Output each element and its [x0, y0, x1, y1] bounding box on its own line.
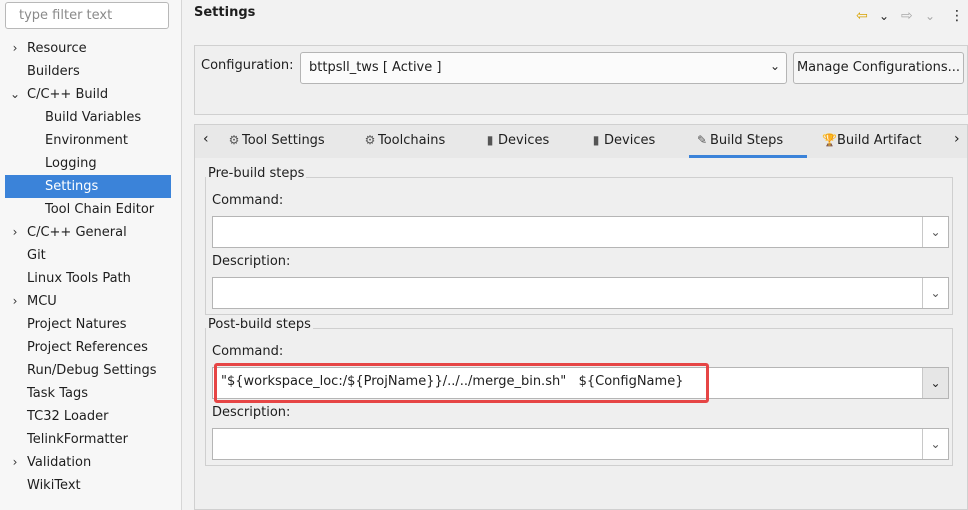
- configuration-value: bttpsll_tws [ Active ]: [309, 60, 442, 75]
- tree-item-label: Settings: [45, 179, 99, 194]
- tree-item[interactable]: Linux Tools Path: [5, 267, 171, 290]
- build-steps-icon: ✎: [696, 133, 708, 147]
- tree-item-label: Environment: [45, 133, 129, 148]
- manage-configurations-button[interactable]: Manage Configurations...: [793, 52, 964, 84]
- configuration-panel: Configuration: bttpsll_tws [ Active ] ⌄ …: [194, 45, 968, 115]
- back-arrow-icon[interactable]: ⇦: [856, 6, 868, 26]
- tree-item[interactable]: TC32 Loader: [5, 405, 171, 428]
- tree-item-label: Build Variables: [45, 110, 142, 125]
- tree-item-label: Project References: [27, 340, 148, 355]
- postbuild-command-field[interactable]: "${workspace_loc:/${ProjName}}/../../mer…: [212, 363, 949, 403]
- chip-icon: ▮: [486, 133, 494, 147]
- gear-icon: ⚙: [364, 133, 376, 147]
- tree-item-label: Tool Chain Editor: [45, 202, 155, 217]
- tree-item-label: C/C++ Build: [27, 87, 109, 102]
- tab-devices-2[interactable]: ▮ Devices: [589, 125, 656, 158]
- postbuild-group: Post-build steps Command: "${workspace_l…: [205, 317, 953, 466]
- postbuild-command-label: Command:: [212, 344, 284, 359]
- tree-item[interactable]: Environment: [5, 129, 171, 152]
- prebuild-group: Pre-build steps Command: ⌄ Description: …: [205, 166, 953, 315]
- tree-item-label: Linux Tools Path: [27, 271, 131, 286]
- chevron-right-icon[interactable]: ›: [8, 451, 22, 474]
- tab-build-steps[interactable]: ✎ Build Steps: [689, 125, 807, 158]
- tree-item[interactable]: › Resource: [5, 37, 171, 60]
- chevron-right-icon[interactable]: ›: [8, 37, 22, 60]
- highlight-box: [214, 363, 709, 403]
- chevron-down-icon[interactable]: ⌄: [922, 368, 948, 398]
- tree-item[interactable]: Builders: [5, 60, 171, 83]
- tree-item[interactable]: › MCU: [5, 290, 171, 313]
- back-history-chevron-icon[interactable]: ⌄: [879, 6, 889, 26]
- tree-item[interactable]: › Validation: [5, 451, 171, 474]
- tab-label: Toolchains: [378, 133, 446, 148]
- tree-item[interactable]: Tool Chain Editor: [5, 198, 171, 221]
- tree-item-label: WikiText: [27, 478, 81, 493]
- tree-item-label: C/C++ General: [27, 225, 127, 240]
- tree-item-label: Logging: [45, 156, 97, 171]
- chevron-down-icon[interactable]: ⌄: [922, 217, 948, 247]
- gear-icon: ⚙: [228, 133, 240, 147]
- prebuild-command-field[interactable]: ⌄: [212, 216, 949, 248]
- tab-build-artifact[interactable]: 🏆Build Artifact: [822, 125, 922, 158]
- tree-item-label: MCU: [27, 294, 57, 309]
- postbuild-description-field[interactable]: ⌄: [212, 428, 949, 460]
- tree-item[interactable]: Project Natures: [5, 313, 171, 336]
- tree-item[interactable]: Project References: [5, 336, 171, 359]
- filter-input[interactable]: [5, 2, 169, 29]
- configuration-select[interactable]: bttpsll_tws [ Active ] ⌄: [300, 52, 787, 84]
- chevron-down-icon[interactable]: ⌄: [8, 83, 22, 106]
- prebuild-description-field[interactable]: ⌄: [212, 277, 949, 309]
- tree-item[interactable]: Git: [5, 244, 171, 267]
- tree-item[interactable]: Build Variables: [5, 106, 171, 129]
- chevron-down-icon[interactable]: ⌄: [922, 278, 948, 308]
- chevron-right-icon[interactable]: ›: [8, 290, 22, 313]
- page-title: Settings: [194, 5, 256, 20]
- tree-item[interactable]: Task Tags: [5, 382, 171, 405]
- trophy-icon: 🏆: [822, 133, 837, 147]
- tree-item-label: Builders: [27, 64, 80, 79]
- tree-item[interactable]: WikiText: [5, 474, 171, 497]
- tree-item[interactable]: Run/Debug Settings: [5, 359, 171, 382]
- chevron-down-icon: ⌄: [769, 59, 780, 73]
- tree-item[interactable]: Settings: [5, 175, 171, 198]
- chip-icon: ▮: [592, 133, 600, 147]
- tab-label: Devices: [498, 133, 550, 148]
- tree-item-label: Validation: [27, 455, 92, 470]
- tab-label: Build Artifact: [837, 133, 922, 148]
- tree-item-label: TelinkFormatter: [27, 432, 128, 447]
- chevron-right-icon[interactable]: ›: [8, 221, 22, 244]
- tab-tool-settings[interactable]: ⚙ Tool Settings: [227, 125, 325, 158]
- build-steps-content: Pre-build steps Command: ⌄ Description: …: [194, 158, 968, 510]
- tree-item[interactable]: › C/C++ General: [5, 221, 171, 244]
- tab-scroll-left-icon[interactable]: ‹: [203, 131, 209, 147]
- prebuild-title: Pre-build steps: [206, 166, 307, 181]
- forward-history-chevron-icon[interactable]: ⌄: [925, 6, 935, 26]
- tree-item[interactable]: Logging: [5, 152, 171, 175]
- chevron-down-icon[interactable]: ⌄: [922, 429, 948, 459]
- tab-scroll-right-icon[interactable]: ›: [954, 131, 960, 147]
- settings-tab-bar: ‹ ⚙ Tool Settings ⚙ Toolchains ▮ Devices ▮ D…: [194, 124, 968, 159]
- prebuild-description-label: Description:: [212, 254, 291, 269]
- tree-item[interactable]: ⌄ C/C++ Build: [5, 83, 171, 106]
- tree-item[interactable]: TelinkFormatter: [5, 428, 171, 451]
- tab-label: Devices: [604, 133, 656, 148]
- prebuild-command-label: Command:: [212, 193, 284, 208]
- tree-item-label: Task Tags: [27, 386, 88, 401]
- tree-item-label: Resource: [27, 41, 87, 56]
- configuration-label: Configuration:: [201, 58, 294, 73]
- tab-label: Build Steps: [710, 133, 784, 148]
- view-menu-icon[interactable]: ⋮: [950, 6, 964, 26]
- postbuild-description-label: Description:: [212, 405, 291, 420]
- tree-item-label: Project Natures: [27, 317, 127, 332]
- postbuild-title: Post-build steps: [206, 317, 313, 332]
- tree-item-label: TC32 Loader: [27, 409, 109, 424]
- forward-arrow-icon[interactable]: ⇨: [901, 6, 913, 26]
- tab-label: Tool Settings: [242, 133, 325, 148]
- tab-toolchains[interactable]: ⚙ Toolchains: [363, 125, 446, 158]
- preferences-tree-panel: › Resource Builders ⌄ C/C++ Build Build Varia…: [0, 0, 182, 510]
- tree-item-label: Git: [27, 248, 46, 263]
- tree-item-label: Run/Debug Settings: [27, 363, 157, 378]
- tab-devices[interactable]: ▮ Devices: [483, 125, 550, 158]
